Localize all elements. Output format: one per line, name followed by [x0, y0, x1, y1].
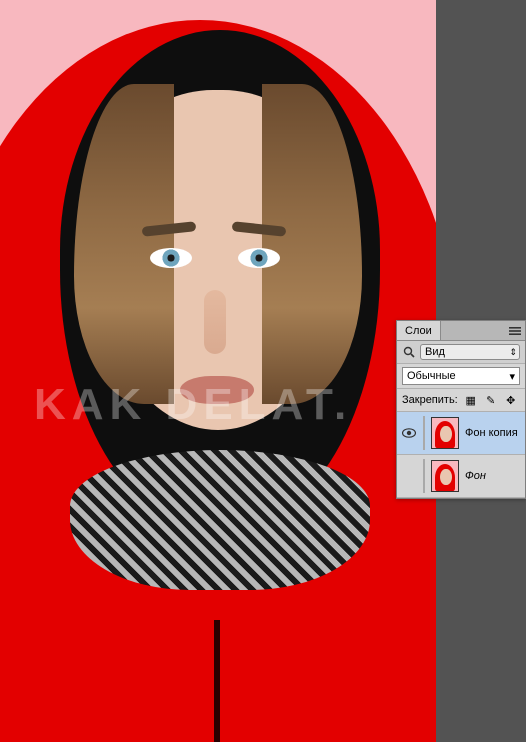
layer-thumbnail[interactable] — [431, 460, 459, 492]
layer-name[interactable]: Фон — [465, 470, 521, 482]
lock-pixels-icon[interactable]: ✎ — [484, 393, 498, 407]
layer-visibility-toggle[interactable] — [401, 425, 417, 441]
layer-visibility-toggle[interactable] — [401, 468, 417, 484]
lock-position-icon[interactable]: ✥ — [504, 393, 518, 407]
layer-row[interactable]: Фон — [397, 455, 525, 498]
subject-eye-right — [238, 248, 280, 268]
eye-icon — [402, 428, 416, 438]
layer-name[interactable]: Фон копия — [465, 427, 521, 439]
panel-menu-icon — [509, 326, 521, 336]
updown-icon: ⇕ — [509, 347, 515, 358]
layer-row[interactable]: Фон копия — [397, 412, 525, 455]
layer-divider — [423, 459, 425, 493]
tab-layers[interactable]: Слои — [397, 321, 441, 340]
layer-list: Фон копия Фон — [397, 412, 525, 498]
blend-mode-value: Обычные — [407, 370, 456, 382]
layer-thumbnail[interactable] — [431, 417, 459, 449]
chevron-down-icon: ▾ — [509, 370, 515, 383]
layer-filter-type-label: Вид — [425, 346, 445, 358]
layer-divider — [423, 416, 425, 450]
panel-menu-button[interactable] — [505, 321, 525, 340]
panel-tab-bar: Слои — [397, 321, 525, 341]
lock-transparency-icon[interactable]: ▦ — [464, 393, 478, 407]
subject-zipper — [214, 620, 220, 742]
lock-label: Закрепить: — [402, 394, 458, 406]
lock-row: Закрепить: ▦ ✎ ✥ — [397, 389, 525, 412]
blend-mode-row: Обычные ▾ — [397, 364, 525, 389]
subject-lips — [180, 376, 254, 404]
subject-scarf — [70, 450, 370, 590]
subject-eye-left — [150, 248, 192, 268]
layer-filter-row: Вид ⇕ — [397, 341, 525, 364]
canvas-viewport[interactable]: KAK DELAT. — [0, 0, 436, 742]
layer-filter-type-select[interactable]: Вид ⇕ — [420, 344, 520, 360]
layers-panel: Слои Вид ⇕ Обычные ▾ Закрепить: ▦ ✎ ✥ — [396, 320, 526, 499]
subject-nose — [204, 290, 226, 354]
blend-mode-select[interactable]: Обычные ▾ — [402, 367, 520, 385]
search-icon — [402, 345, 416, 359]
